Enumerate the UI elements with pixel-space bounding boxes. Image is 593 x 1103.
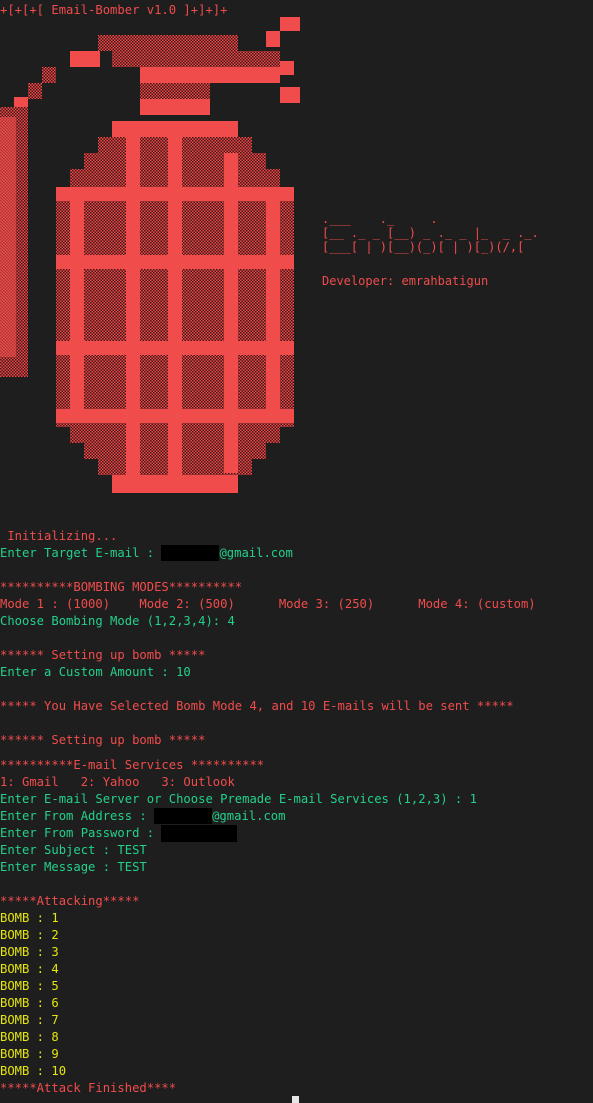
bomb-line: BOMB : 2 — [0, 928, 59, 942]
bomb-line: BOMB : 4 — [0, 962, 59, 976]
banner-line-2: [__ ._ _ [__) _ ._ _ |_ _ ._. — [322, 226, 539, 240]
banner-line-1: .___ ._ . — [322, 212, 438, 226]
redacted-block — [161, 545, 220, 561]
custom-amount-line: Enter a Custom Amount : 10 — [0, 665, 191, 679]
from-address-line: Enter From Address : @gmail.com — [0, 808, 285, 825]
modes-line: Mode 1 : (1000) Mode 2: (500) Mode 3: (2… — [0, 597, 536, 611]
modes-header: **********BOMBING MODES********** — [0, 580, 243, 594]
terminal-window[interactable]: +[+[+[ Email-Bomber v1.0 ]+]+]+ .___ ._ … — [0, 0, 593, 1103]
target-email-prompt: Enter Target E-mail : — [0, 546, 162, 560]
services-header: **********E-mail Services ********** — [0, 758, 265, 772]
choose-mode-line: Choose Bombing Mode (1,2,3,4): 4 — [0, 614, 235, 628]
server-choice-line: Enter E-mail Server or Choose Premade E-… — [0, 792, 477, 806]
from-password-prompt: Enter From Password : — [0, 826, 162, 840]
bomb-line: BOMB : 5 — [0, 979, 59, 993]
developer-credit: Developer: emrahbatigun — [322, 274, 489, 288]
services-list: 1: Gmail 2: Yahoo 3: Outlook — [0, 775, 235, 789]
selected-mode-message: ***** You Have Selected Bomb Mode 4, and… — [0, 699, 514, 713]
target-email-line: Enter Target E-mail : @gmail.com — [0, 545, 293, 562]
subject-line: Enter Subject : TEST — [0, 843, 147, 857]
bomb-line: BOMB : 9 — [0, 1047, 59, 1061]
redacted-block — [161, 825, 238, 842]
from-password-line: Enter From Password : — [0, 825, 238, 842]
from-address-suffix: @gmail.com — [212, 809, 286, 823]
bomb-line: BOMB : 8 — [0, 1030, 59, 1044]
banner-line-3: [___[ | )[__)(_)[ | )[_)(/,[ — [322, 240, 525, 254]
setup-bomb-line-1: ****** Setting up bomb ***** — [0, 648, 206, 662]
bomb-line: BOMB : 3 — [0, 945, 59, 959]
message-line: Enter Message : TEST — [0, 860, 147, 874]
initializing-line: Initializing... — [0, 529, 118, 543]
from-address-prompt: Enter From Address : — [0, 809, 155, 823]
bomb-line: BOMB : 6 — [0, 996, 59, 1010]
setup-bomb-line-2: ****** Setting up bomb ***** — [0, 733, 206, 747]
terminal-cursor — [292, 1096, 299, 1103]
redacted-block — [154, 808, 213, 824]
attack-finished-line: *****Attack Finished**** — [0, 1081, 177, 1095]
bomb-line: BOMB : 10 — [0, 1064, 67, 1078]
bomb-line: BOMB : 1 — [0, 911, 59, 925]
target-email-suffix: @gmail.com — [219, 546, 293, 560]
attacking-line: *****Attacking***** — [0, 894, 140, 908]
bomb-line: BOMB : 7 — [0, 1013, 59, 1027]
grenade-ascii-art — [0, 17, 300, 493]
